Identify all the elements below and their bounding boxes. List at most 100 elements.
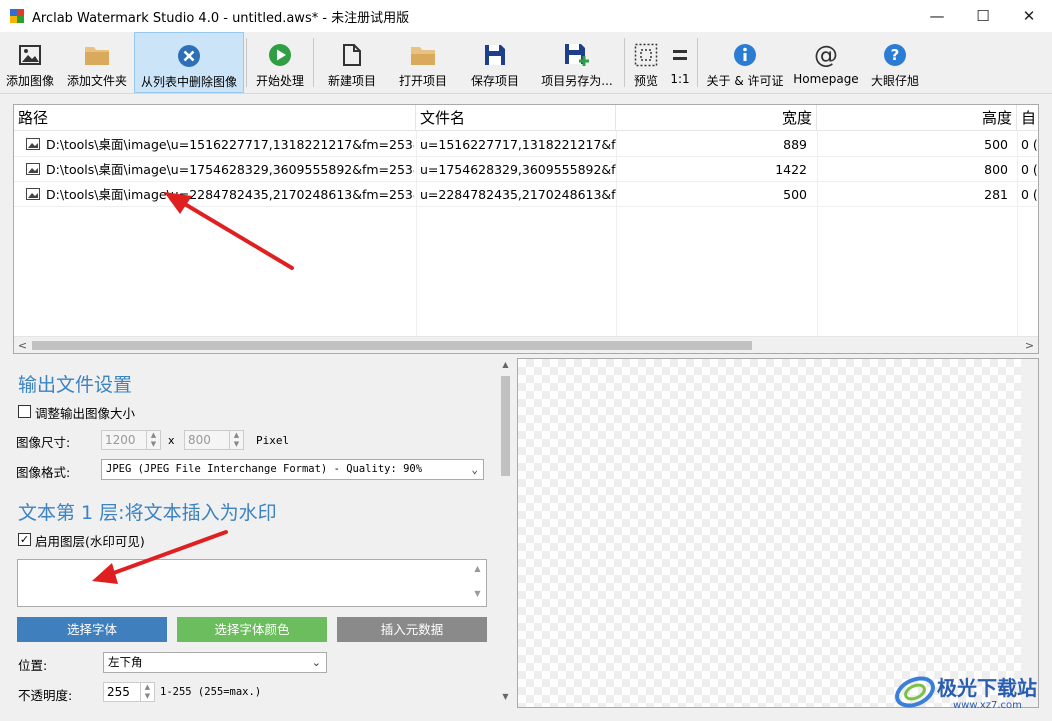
preview-pane[interactable] [517, 358, 1039, 708]
size-separator: x [168, 434, 175, 447]
scroll-left-icon[interactable]: < [14, 337, 31, 354]
save-as-icon [564, 42, 590, 68]
table-row[interactable]: D:\tools\桌面\image\u=2284782435,217024861… [14, 182, 1038, 207]
row-filename: u=2284782435,2170248613&f... [420, 187, 616, 202]
image-format-value: JPEG (JPEG File Interchange Format) - Qu… [106, 463, 423, 475]
settings-panel: 输出文件设置 调整输出图像大小 图像尺寸: 1200 ▲ ▼ x 800 ▲ ▼ P… [13, 358, 514, 708]
file-list-header: 路径 文件名 宽度 高度 自 [14, 105, 1038, 131]
scroll-down-icon[interactable]: ▼ [497, 692, 514, 706]
row-height: 800 [984, 162, 1008, 177]
close-button[interactable]: ✕ [1006, 0, 1052, 32]
preview-scrollbar[interactable] [1021, 359, 1038, 707]
column-path[interactable]: 路径 [14, 105, 416, 131]
homepage-button[interactable]: @ Homepage [790, 32, 862, 93]
preview-button[interactable]: 预览 [627, 32, 665, 93]
row-width: 889 [783, 137, 807, 152]
about-button[interactable]: 关于 & 许可证 [700, 32, 790, 93]
opacity-label: 不透明度: [18, 688, 73, 703]
position-label: 位置: [18, 658, 48, 673]
row-height: 500 [984, 137, 1008, 152]
file-list[interactable]: 路径 文件名 宽度 高度 自 D:\tools\桌面\image\u=15162… [13, 104, 1039, 354]
image-format-select[interactable]: JPEG (JPEG File Interchange Format) - Qu… [101, 459, 484, 480]
new-project-button[interactable]: 新建项目 [316, 32, 388, 93]
scroll-thumb[interactable] [32, 341, 752, 350]
row-width: 1422 [775, 162, 807, 177]
watermark-text-input[interactable]: ▲ ▼ [17, 559, 487, 607]
row-extra: 0 ( [1021, 162, 1038, 177]
ratio-button[interactable]: 1:1 [665, 32, 695, 93]
row-filename: u=1516227717,1318221217&f... [420, 137, 616, 152]
resize-checkbox[interactable] [18, 405, 31, 418]
textarea-scrollbar[interactable]: ▲ ▼ [469, 560, 486, 606]
output-settings-title: 输出文件设置 [18, 374, 133, 396]
scroll-right-icon[interactable]: > [1021, 337, 1038, 354]
preview-grid-icon [634, 42, 658, 68]
open-project-button[interactable]: 打开项目 [388, 32, 458, 93]
width-stepper[interactable]: 1200 ▲ ▼ [101, 430, 161, 450]
new-document-icon [343, 42, 361, 68]
table-row[interactable]: D:\tools\桌面\image\u=1754628329,360955589… [14, 157, 1038, 182]
size-unit: Pixel [256, 434, 290, 447]
add-folder-button[interactable]: 添加文件夹 [60, 32, 134, 93]
column-extra[interactable]: 自 [1017, 105, 1038, 131]
toolbar-separator [697, 38, 698, 87]
row-extra: 0 ( [1021, 137, 1038, 152]
save-as-button[interactable]: 项目另存为... [532, 32, 622, 93]
position-select[interactable]: 左下角 ⌄ [103, 652, 327, 673]
choose-font-button[interactable]: 选择字体 [17, 617, 167, 642]
opacity-stepper[interactable]: 255 ▲ ▼ [103, 682, 155, 702]
enable-layer-checkbox[interactable]: ✓ [18, 533, 31, 546]
homepage-label: Homepage [793, 72, 859, 86]
start-button[interactable]: 开始处理 [249, 32, 311, 93]
scroll-up-icon[interactable]: ▲ [497, 360, 514, 374]
horizontal-scrollbar[interactable]: < > [14, 336, 1038, 353]
stepper-arrows-icon[interactable]: ▲ ▼ [140, 683, 154, 701]
width-value: 1200 [105, 433, 136, 447]
height-stepper[interactable]: 800 ▲ ▼ [184, 430, 244, 450]
position-value: 左下角 [108, 655, 143, 669]
open-project-label: 打开项目 [398, 74, 447, 88]
folder-icon [84, 42, 110, 68]
title-bar: Arclab Watermark Studio 4.0 - untitled.a… [0, 0, 1052, 32]
about-label: 关于 & 许可证 [706, 74, 784, 88]
table-row[interactable]: D:\tools\桌面\image\u=1516227717,131822121… [14, 132, 1038, 157]
insert-metadata-button[interactable]: 插入元数据 [337, 617, 487, 642]
maximize-button[interactable]: ☐ [960, 0, 1006, 32]
row-path: D:\tools\桌面\image\u=1754628329,360955589… [46, 162, 414, 177]
save-project-button[interactable]: 保存项目 [458, 32, 532, 93]
column-filename[interactable]: 文件名 [416, 105, 616, 131]
column-width[interactable]: 宽度 [616, 105, 817, 131]
row-extra: 0 ( [1021, 187, 1038, 202]
choose-font-color-button[interactable]: 选择字体颜色 [177, 617, 327, 642]
site-logo: 极光下载站 www.xz7.com [893, 666, 1049, 718]
help-button[interactable]: ? 大眼仔旭 [862, 32, 928, 93]
image-icon [19, 42, 41, 68]
stepper-arrows-icon[interactable]: ▲ ▼ [146, 431, 160, 449]
scroll-thumb[interactable] [501, 376, 510, 476]
add-image-button[interactable]: 添加图像 [0, 32, 60, 93]
check-icon: ✓ [19, 533, 30, 546]
chevron-down-icon: ⌄ [311, 656, 321, 669]
equals-icon [672, 42, 688, 68]
help-icon: ? [883, 42, 907, 68]
chevron-down-icon: ⌄ [471, 463, 478, 476]
add-folder-label: 添加文件夹 [66, 74, 127, 88]
new-project-label: 新建项目 [327, 74, 376, 88]
toolbar: 添加图像 添加文件夹 从列表中删除图像 开始处理 新建项目 打开项目 保存项目 … [0, 32, 1052, 94]
row-path: D:\tools\桌面\image\u=1516227717,131822121… [46, 137, 414, 152]
logo-swirl-icon [895, 676, 935, 708]
row-path: D:\tools\桌面\image\u=2284782435,217024861… [46, 187, 414, 202]
settings-scrollbar[interactable]: ▲ ▼ [497, 358, 514, 708]
start-label: 开始处理 [255, 74, 304, 88]
height-value: 800 [188, 433, 211, 447]
open-folder-icon [410, 42, 436, 68]
remove-image-label: 从列表中删除图像 [140, 75, 237, 89]
svg-text:?: ? [891, 46, 900, 64]
app-icon [10, 9, 24, 23]
column-height[interactable]: 高度 [817, 105, 1017, 131]
remove-image-button[interactable]: 从列表中删除图像 [134, 32, 244, 93]
row-filename: u=1754628329,3609555892&f... [420, 162, 616, 177]
save-as-label: 项目另存为... [541, 74, 613, 88]
minimize-button[interactable]: — [914, 0, 960, 32]
stepper-arrows-icon[interactable]: ▲ ▼ [229, 431, 243, 449]
